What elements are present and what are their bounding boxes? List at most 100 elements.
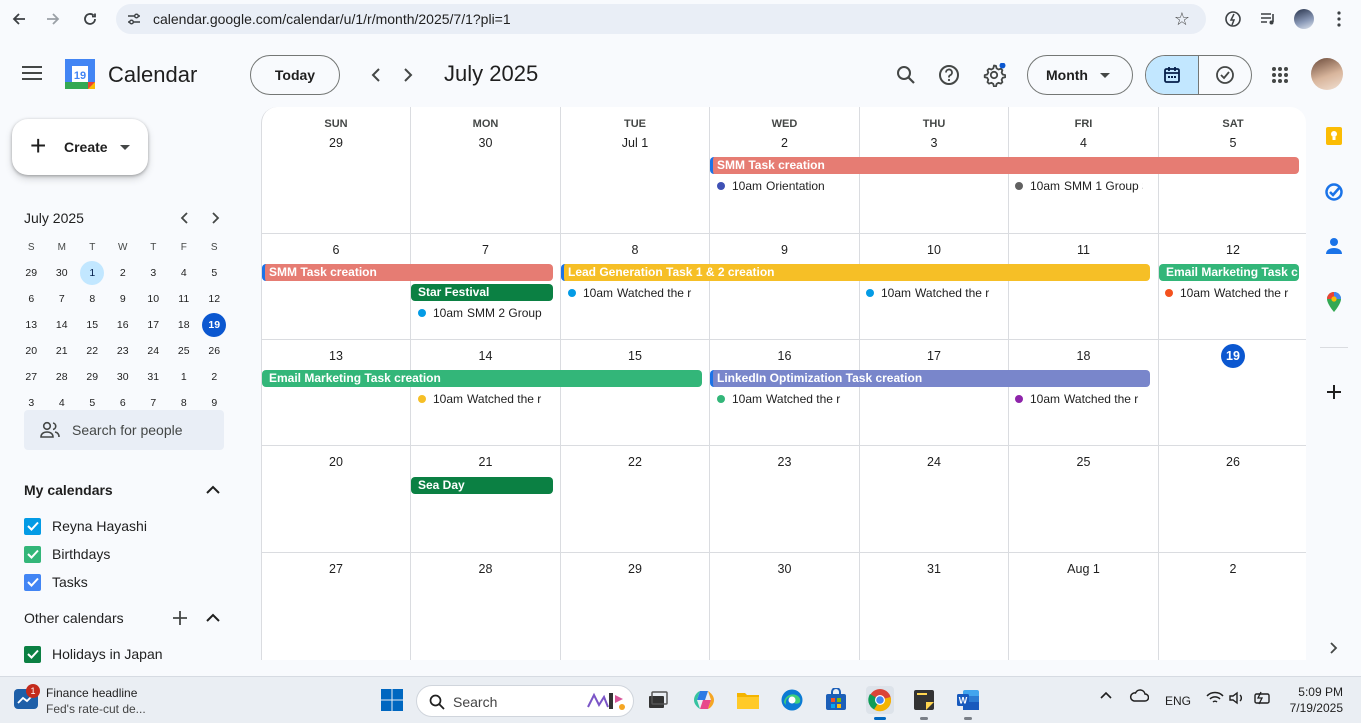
day-number[interactable]: 3 — [860, 136, 1008, 150]
language-indicator[interactable]: ENG — [1165, 694, 1191, 708]
day-number[interactable]: 18 — [1009, 349, 1158, 363]
system-clock[interactable]: 5:09 PM 7/19/2025 — [1290, 684, 1343, 716]
mini-day[interactable]: 21 — [47, 338, 78, 364]
event-bar[interactable]: Sea Day — [411, 477, 553, 494]
day-number[interactable]: 11 — [1009, 243, 1158, 257]
today-button[interactable]: Today — [250, 55, 340, 95]
mini-prev-month-icon[interactable] — [176, 209, 194, 227]
event-timed[interactable]: 10am Watched the r — [866, 284, 994, 301]
day-number[interactable]: 10 — [860, 243, 1008, 257]
day-number[interactable]: 21 — [411, 455, 560, 469]
mini-day[interactable]: 2 — [199, 364, 230, 390]
mini-day[interactable]: 11 — [169, 286, 200, 312]
mini-day[interactable]: 3 — [138, 260, 169, 286]
other-calendars-heading[interactable]: Other calendars — [24, 610, 124, 626]
file-explorer-icon[interactable] — [734, 686, 762, 714]
day-number[interactable]: 13 — [262, 349, 410, 363]
calendar-item-birthdays[interactable]: Birthdays — [24, 543, 110, 565]
day-number[interactable]: 31 — [860, 562, 1008, 576]
day-cell[interactable]: 31 — [860, 553, 1009, 660]
contacts-icon[interactable] — [1324, 236, 1344, 256]
event-bar[interactable]: SMM Task creation — [710, 157, 1299, 174]
create-button[interactable]: + Create — [12, 119, 148, 175]
day-number[interactable]: 27 — [262, 562, 410, 576]
mini-day[interactable]: 5 — [199, 260, 230, 286]
next-month-icon[interactable] — [397, 64, 419, 86]
event-bar[interactable]: Email Marketing Task c — [1159, 264, 1299, 281]
back-icon[interactable] — [6, 6, 32, 32]
bookmark-star-icon[interactable]: ☆ — [1174, 9, 1190, 30]
sticky-notes-icon[interactable] — [910, 686, 938, 720]
day-number[interactable]: 9 — [710, 243, 859, 257]
day-cell[interactable]: 13 — [262, 340, 411, 445]
calendar-item-holidays-japan[interactable]: Holidays in Japan — [24, 643, 163, 665]
add-calendar-plus-icon[interactable] — [171, 609, 189, 627]
day-number[interactable]: 22 — [561, 455, 709, 469]
mini-day[interactable]: 31 — [138, 364, 169, 390]
search-people-input[interactable]: Search for people — [24, 410, 224, 450]
checkbox-checked-icon[interactable] — [24, 517, 41, 535]
apps-grid-icon[interactable] — [1267, 62, 1293, 88]
day-cell[interactable]: 27 — [262, 553, 411, 660]
my-calendars-heading[interactable]: My calendars — [24, 482, 113, 498]
mini-day[interactable]: 23 — [108, 338, 139, 364]
battery-icon[interactable] — [1252, 691, 1272, 708]
volume-icon[interactable] — [1229, 691, 1245, 708]
keep-icon[interactable] — [1324, 126, 1344, 146]
day-number[interactable]: 29 — [561, 562, 709, 576]
chevron-up-icon[interactable] — [204, 481, 222, 499]
address-bar[interactable]: calendar.google.com/calendar/u/1/r/month… — [116, 4, 1206, 34]
mini-day[interactable]: 18 — [169, 312, 200, 338]
mini-day[interactable]: 10 — [138, 286, 169, 312]
task-view-icon[interactable] — [643, 686, 671, 714]
checkbox-checked-icon[interactable] — [24, 573, 41, 591]
mini-day[interactable]: 25 — [169, 338, 200, 364]
event-bar[interactable]: Email Marketing Task creation — [262, 370, 702, 387]
day-cell[interactable]: 23 — [710, 446, 860, 552]
day-cell[interactable]: SUN 29 — [262, 107, 411, 233]
day-number[interactable]: 2 — [710, 136, 859, 150]
day-cell[interactable]: 15 — [561, 340, 710, 445]
day-cell[interactable]: 25 — [1009, 446, 1159, 552]
day-number[interactable]: 4 — [1009, 136, 1158, 150]
day-number[interactable]: 16 — [710, 349, 859, 363]
day-number[interactable]: 25 — [1009, 455, 1158, 469]
day-number[interactable]: 2 — [1159, 562, 1306, 576]
day-number[interactable]: 12 — [1159, 243, 1306, 257]
mini-day[interactable]: 30 — [47, 260, 78, 286]
site-info-icon[interactable] — [126, 11, 142, 27]
event-timed[interactable]: 10am Watched the r — [1165, 284, 1293, 301]
day-number[interactable]: 20 — [262, 455, 410, 469]
event-timed[interactable]: 10am Orientation — [717, 177, 857, 194]
day-number[interactable]: 30 — [710, 562, 859, 576]
store-icon[interactable] — [822, 686, 850, 714]
mini-day[interactable]: 15 — [77, 312, 108, 338]
event-timed[interactable]: 10am Watched the r — [418, 390, 546, 407]
mini-day[interactable]: 14 — [47, 312, 78, 338]
tasks-icon[interactable] — [1324, 182, 1344, 202]
mini-day[interactable]: 9 — [108, 286, 139, 312]
mini-day[interactable]: 30 — [108, 364, 139, 390]
mini-day[interactable]: 20 — [16, 338, 47, 364]
mini-day-today[interactable]: 19 — [199, 312, 230, 338]
day-number[interactable]: 29 — [262, 136, 410, 150]
chrome-icon[interactable] — [866, 686, 894, 720]
day-number[interactable]: 14 — [411, 349, 560, 363]
mini-day[interactable]: 7 — [47, 286, 78, 312]
event-bar[interactable]: Lead Generation Task 1 & 2 creation — [561, 264, 1150, 281]
mini-day[interactable]: 28 — [47, 364, 78, 390]
copilot-icon[interactable] — [690, 686, 718, 714]
wifi-icon[interactable] — [1206, 691, 1224, 708]
get-addons-plus-icon[interactable] — [1324, 382, 1344, 402]
mini-day[interactable]: 16 — [108, 312, 139, 338]
day-cell[interactable]: 28 — [411, 553, 561, 660]
day-number-today[interactable]: 19 — [1159, 344, 1306, 368]
mini-day[interactable]: 1 — [169, 364, 200, 390]
day-number[interactable]: 15 — [561, 349, 709, 363]
media-controls-icon[interactable] — [1257, 8, 1279, 30]
extension-icon[interactable] — [1222, 8, 1244, 30]
day-cell[interactable]: Aug 1 — [1009, 553, 1159, 660]
onedrive-cloud-icon[interactable] — [1129, 689, 1150, 706]
tasks-view-toggle[interactable] — [1199, 56, 1252, 94]
day-number[interactable]: 24 — [860, 455, 1008, 469]
